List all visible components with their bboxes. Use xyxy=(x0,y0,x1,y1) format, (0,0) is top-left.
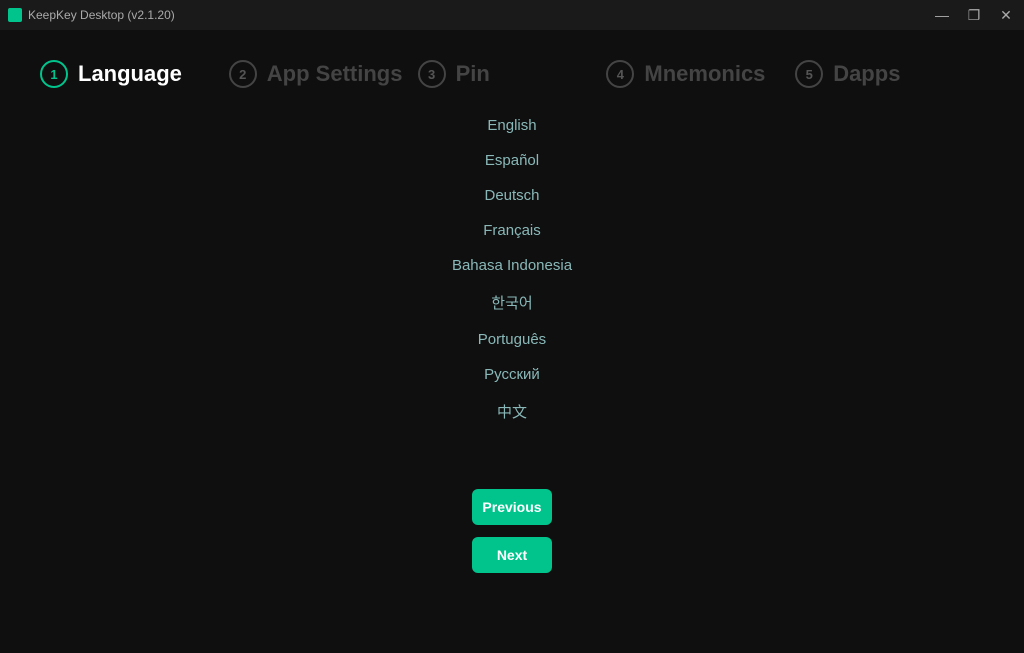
language-item-6[interactable]: Português xyxy=(412,322,612,357)
step-3-circle: 3 xyxy=(418,60,446,88)
step-mnemonics: 4 Mnemonics xyxy=(606,60,795,88)
step-4-circle: 4 xyxy=(606,60,634,88)
language-item-5[interactable]: 한국어 xyxy=(412,283,612,322)
step-app-settings: 2 App Settings xyxy=(229,60,418,88)
language-item-4[interactable]: Bahasa Indonesia xyxy=(412,248,612,283)
title-bar: KeepKey Desktop (v2.1.20) — ❐ ✕ xyxy=(0,0,1024,30)
step-dapps: 5 Dapps xyxy=(795,60,984,88)
buttons-area: Previous Next xyxy=(472,489,552,573)
maximize-button[interactable]: ❐ xyxy=(964,8,984,22)
step-pin: 3 Pin xyxy=(418,60,607,88)
language-list: EnglishEspañolDeutschFrançaisBahasa Indo… xyxy=(0,108,1024,551)
previous-button[interactable]: Previous xyxy=(472,489,552,525)
step-2-circle: 2 xyxy=(229,60,257,88)
language-item-0[interactable]: English xyxy=(412,108,612,143)
step-1-label: Language xyxy=(78,61,182,87)
steps-header: 1 Language 2 App Settings 3 Pin 4 Mnemon… xyxy=(0,30,1024,108)
language-item-1[interactable]: Español xyxy=(412,143,612,178)
content-wrapper: EnglishEspañolDeutschFrançaisBahasa Indo… xyxy=(0,108,1024,653)
app-icon xyxy=(8,8,22,22)
language-item-3[interactable]: Français xyxy=(412,213,612,248)
title-bar-title: KeepKey Desktop (v2.1.20) xyxy=(28,8,175,22)
step-3-label: Pin xyxy=(456,61,490,87)
close-button[interactable]: ✕ xyxy=(996,8,1016,22)
step-2-label: App Settings xyxy=(267,61,403,87)
language-item-7[interactable]: Русский xyxy=(412,357,612,392)
language-item-2[interactable]: Deutsch xyxy=(412,178,612,213)
title-bar-left: KeepKey Desktop (v2.1.20) xyxy=(8,8,175,22)
step-language: 1 Language xyxy=(40,60,229,88)
step-5-circle: 5 xyxy=(795,60,823,88)
step-5-label: Dapps xyxy=(833,61,900,87)
step-4-label: Mnemonics xyxy=(644,61,765,87)
step-1-circle: 1 xyxy=(40,60,68,88)
language-item-8[interactable]: 中文 xyxy=(412,392,612,431)
title-bar-controls: — ❐ ✕ xyxy=(932,8,1016,22)
main-content: 1 Language 2 App Settings 3 Pin 4 Mnemon… xyxy=(0,30,1024,653)
next-button[interactable]: Next xyxy=(472,537,552,573)
minimize-button[interactable]: — xyxy=(932,8,952,22)
